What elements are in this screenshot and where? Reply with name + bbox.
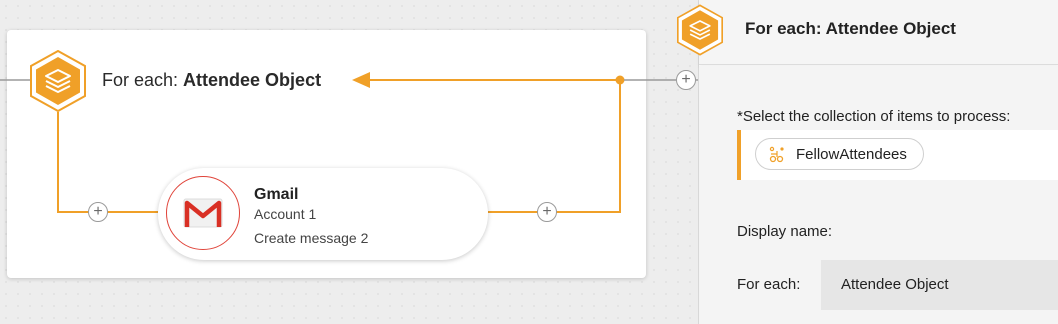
gmail-action-node[interactable]: Gmail Account 1 Create message 2 (158, 168, 488, 260)
collection-field[interactable]: FellowAttendees (737, 130, 1058, 180)
for-each-input[interactable]: Attendee Object (821, 260, 1058, 310)
panel-body: *Select the collection of items to proce… (699, 66, 1058, 324)
node-title: Gmail (254, 186, 299, 203)
collection-chip-label: FellowAttendees (796, 145, 907, 163)
loop-title: For each: Attendee Object (102, 70, 321, 91)
layers-icon (677, 4, 723, 56)
collection-label: *Select the collection of items to proce… (737, 108, 1011, 125)
panel-header: For each: Attendee Object (677, 0, 1058, 65)
display-name-label: Display name: (737, 223, 833, 240)
collection-chip[interactable]: FellowAttendees (755, 138, 924, 170)
collection-icon (769, 146, 784, 163)
loop-title-prefix: For each: (102, 70, 184, 90)
flow-connectors (0, 72, 700, 213)
properties-panel: For each: Attendee Object *Select the co… (677, 0, 1058, 324)
gmail-icon (183, 198, 223, 228)
add-step-before-node-button[interactable]: + (88, 202, 108, 222)
loop-title-name: Attendee Object (183, 70, 322, 90)
panel-title: For each: Attendee Object (745, 19, 956, 38)
loop-icon-hexagon[interactable] (30, 49, 86, 113)
node-action: Create message 2 (254, 230, 369, 246)
add-step-after-loop-button[interactable]: + (676, 70, 696, 90)
node-account: Account 1 (254, 206, 317, 222)
gmail-icon-circle (166, 176, 240, 250)
layers-icon (30, 49, 86, 113)
add-step-after-node-button[interactable]: + (537, 202, 557, 222)
for-each-label: For each: (737, 276, 801, 293)
panel-hexagon (677, 4, 723, 56)
flow-canvas[interactable]: For each: Attendee Object + + + Gmail Ac… (0, 0, 700, 324)
for-each-input-value[interactable]: Attendee Object (841, 276, 949, 293)
